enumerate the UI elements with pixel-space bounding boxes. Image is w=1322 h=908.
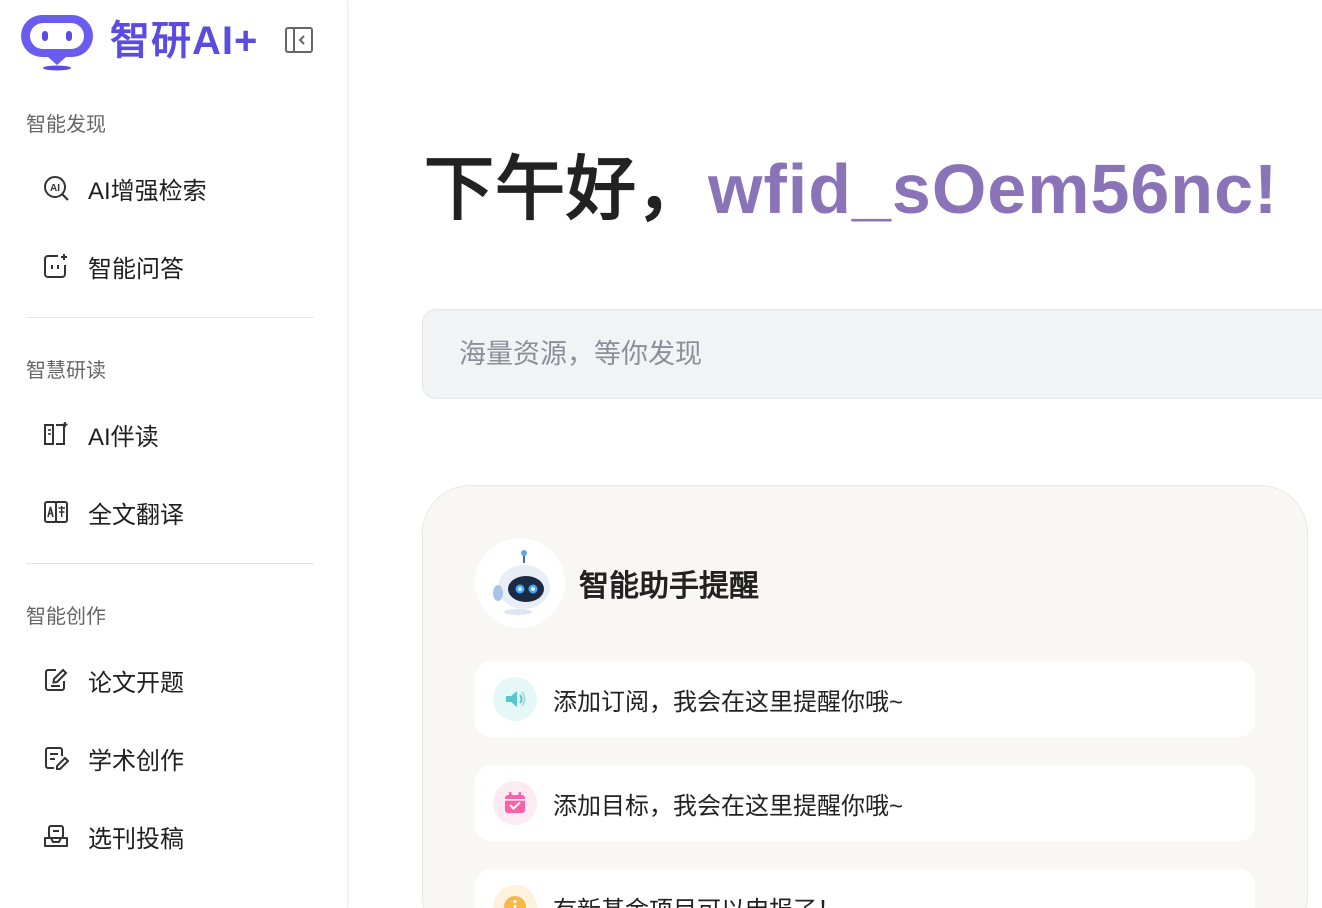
sidebar-item-academic-writing[interactable]: 学术创作 (26, 730, 316, 786)
sidebar-item-label: 论文开题 (88, 669, 184, 697)
sidebar-item-label: 选刊投稿 (88, 825, 184, 853)
sidebar-item-label: AI伴读 (88, 423, 159, 451)
section-title-discovery: 智能发现 (26, 114, 106, 136)
assistant-reminder-card: 智能助手提醒 添加订阅，我会在这里提醒你哦~ 添加目标，我会在这里提醒你哦~ (422, 485, 1308, 908)
greeting-heading: 下午好，wfid_sOem56nc! (424, 148, 1278, 230)
reminder-subscription[interactable]: 添加订阅，我会在这里提醒你哦~ (475, 661, 1255, 737)
sidebar-item-label: 智能问答 (88, 255, 184, 283)
edit-doc-icon (42, 666, 70, 694)
calendar-check-icon (493, 781, 537, 825)
ai-search-icon: AI (42, 174, 70, 202)
sidebar-item-label: 全文翻译 (88, 501, 184, 529)
reminder-text: 添加目标，我会在这里提醒你哦~ (553, 792, 904, 820)
info-icon (493, 885, 537, 908)
search-box[interactable] (422, 309, 1322, 399)
greeting-prefix: 下午好， (424, 150, 708, 228)
speaker-icon (493, 677, 537, 721)
robot-avatar-icon (475, 538, 565, 628)
sidebar-item-qa[interactable]: 智能问答 (26, 238, 316, 294)
divider (26, 317, 314, 318)
sidebar-item-journal-submission[interactable]: 选刊投稿 (26, 808, 316, 864)
svg-text:AI: AI (50, 183, 60, 194)
reminder-fund[interactable]: 有新基金项目可以申报了！ (475, 869, 1255, 908)
divider (26, 563, 314, 564)
chat-sparkle-icon (42, 252, 70, 280)
translate-icon (42, 498, 70, 526)
brand-name: 智研AI+ (110, 19, 259, 63)
sidebar: 智研AI+ 智能发现 AI AI增强检索 智能问答 智慧研读 AI伴读 全文翻译… (0, 0, 348, 908)
sidebar-item-ai-reading[interactable]: AI伴读 (26, 406, 316, 462)
section-title-reading: 智慧研读 (26, 360, 106, 382)
sidebar-item-proposal[interactable]: 论文开题 (26, 652, 316, 708)
sidebar-item-translate[interactable]: 全文翻译 (26, 484, 316, 540)
robot-logo-icon (21, 15, 93, 71)
app-root: 智研AI+ 智能发现 AI AI增强检索 智能问答 智慧研读 AI伴读 全文翻译… (0, 0, 1322, 908)
sidebar-collapse-button[interactable] (284, 25, 314, 55)
search-input[interactable] (459, 310, 1279, 398)
section-title-creation: 智能创作 (26, 606, 106, 628)
sidebar-collapse-icon (285, 27, 313, 53)
reminder-text: 添加订阅，我会在这里提醒你哦~ (553, 688, 904, 716)
sidebar-item-ai-search[interactable]: AI AI增强检索 (26, 160, 316, 216)
sidebar-item-label: AI增强检索 (88, 177, 207, 205)
write-doc-icon (42, 744, 70, 772)
submit-tray-icon (42, 822, 70, 850)
reminder-goal[interactable]: 添加目标，我会在这里提醒你哦~ (475, 765, 1255, 841)
reminder-text: 有新基金项目可以申报了！ (553, 890, 841, 908)
sidebar-item-label: 学术创作 (88, 747, 184, 775)
brand[interactable]: 智研AI+ (18, 10, 258, 72)
card-title: 智能助手提醒 (579, 570, 759, 603)
username: wfid_sOem56nc! (708, 150, 1279, 228)
card-header: 智能助手提醒 (475, 538, 759, 628)
book-read-icon (42, 420, 70, 448)
